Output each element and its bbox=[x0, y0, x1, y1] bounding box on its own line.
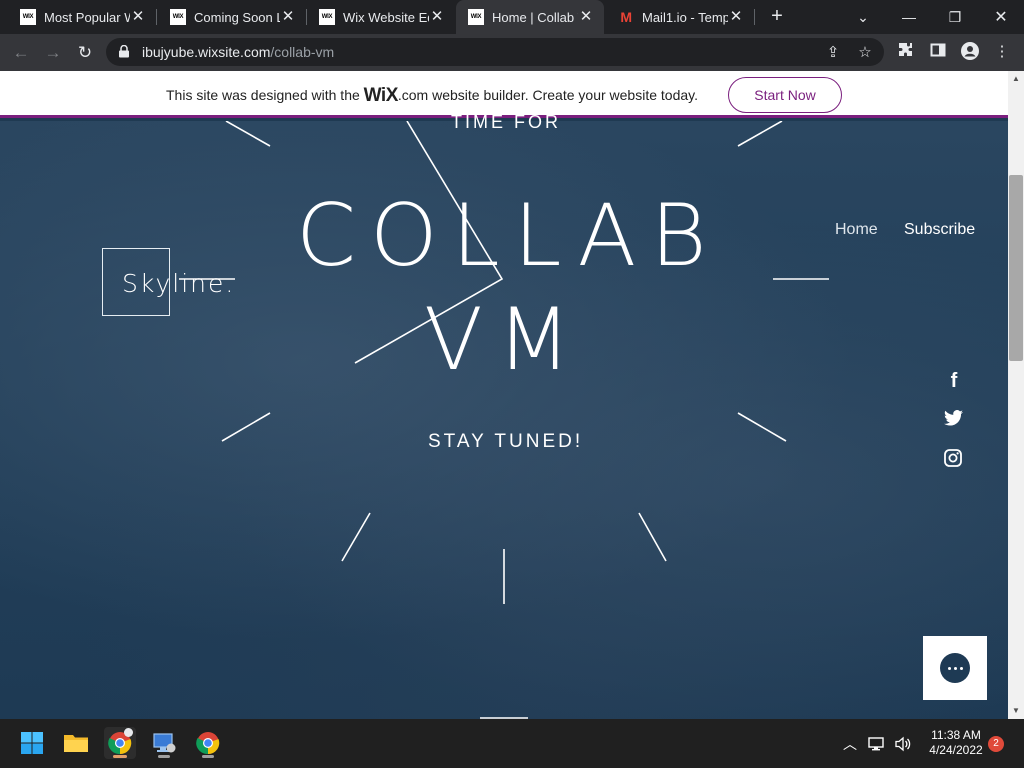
chat-bubble-icon bbox=[940, 653, 970, 683]
clock-date: 4/24/2022 bbox=[929, 743, 983, 757]
hero-title-line2: VM bbox=[424, 290, 586, 390]
tab-search-icon[interactable]: ⌄ bbox=[840, 0, 886, 34]
close-tab-icon[interactable]: ✕ bbox=[728, 9, 744, 25]
reload-icon[interactable]: ↻ bbox=[72, 40, 98, 66]
menu-kebab-icon[interactable]: ⋮ bbox=[992, 42, 1012, 62]
site-logo[interactable]: Skyline. bbox=[122, 269, 235, 298]
wix-favicon-icon: WIX bbox=[319, 9, 335, 25]
forward-icon[interactable]: → bbox=[40, 40, 66, 66]
running-app-indicator bbox=[158, 755, 170, 758]
browser-tab-strip: WIX Most Popular W ✕ WIX Coming Soon La … bbox=[0, 0, 1024, 34]
wix-logo: WiX bbox=[363, 85, 399, 106]
share-icon[interactable]: ⇪ bbox=[824, 44, 842, 62]
address-bar[interactable]: ibujyube.wixsite.com/collab-vm ⇪ ☆ bbox=[106, 38, 884, 66]
tab-divider bbox=[156, 9, 157, 25]
remote-desktop-icon[interactable] bbox=[148, 727, 180, 759]
ray-line bbox=[341, 512, 371, 562]
scroll-down-arrow-icon[interactable]: ▼ bbox=[1008, 705, 1024, 717]
page-viewport: This site was designed with the WiX.com … bbox=[0, 71, 1008, 719]
lock-icon bbox=[119, 45, 129, 58]
profile-badge bbox=[124, 728, 133, 737]
scrollbar-thumb[interactable] bbox=[1009, 175, 1023, 361]
minimize-icon[interactable]: — bbox=[886, 0, 932, 34]
nav-subscribe[interactable]: Subscribe bbox=[904, 221, 975, 239]
wix-promo-banner: This site was designed with the WiX.com … bbox=[0, 71, 1008, 118]
url-host: ibujyube.wixsite.com bbox=[142, 44, 271, 60]
restore-icon[interactable]: ❐ bbox=[932, 0, 978, 34]
nav-home[interactable]: Home bbox=[835, 221, 878, 239]
extensions-icon[interactable] bbox=[896, 42, 916, 62]
notification-count-badge[interactable]: 2 bbox=[988, 736, 1004, 752]
tab-wix-website-editor[interactable]: WIX Wix Website Ed ✕ bbox=[307, 0, 455, 34]
close-tab-icon[interactable]: ✕ bbox=[578, 9, 594, 25]
profile-icon[interactable] bbox=[960, 42, 980, 62]
running-app-indicator bbox=[202, 755, 214, 758]
wix-banner-message: This site was designed with the WiX.com … bbox=[166, 85, 698, 107]
chrome-icon[interactable] bbox=[104, 727, 136, 759]
file-explorer-icon[interactable] bbox=[60, 727, 92, 759]
scroll-up-arrow-icon[interactable]: ▲ bbox=[1008, 73, 1024, 85]
volume-icon[interactable] bbox=[892, 719, 914, 768]
new-tab-icon[interactable]: + bbox=[766, 5, 788, 27]
banner-text-after: .com website builder. Create your websit… bbox=[397, 87, 698, 103]
network-icon[interactable] bbox=[866, 719, 888, 768]
tab-title: Mail1.io - Temp bbox=[642, 9, 728, 25]
active-app-indicator bbox=[113, 755, 127, 758]
hero-title-line1: COLLAB bbox=[296, 186, 721, 286]
tab-mail1[interactable]: M Mail1.io - Temp ✕ bbox=[606, 0, 755, 34]
windows-taskbar: ︿ 11:38 AM 4/24/2022 2 bbox=[0, 719, 1024, 768]
chrome-icon[interactable] bbox=[192, 727, 224, 759]
page-scrollbar[interactable]: ▲ ▼ bbox=[1008, 71, 1024, 719]
hero-top-text: TIME FOR bbox=[451, 112, 561, 132]
start-now-button[interactable]: Start Now bbox=[728, 77, 842, 113]
tab-coming-soon[interactable]: WIX Coming Soon La ✕ bbox=[158, 0, 307, 34]
tab-title: Coming Soon La bbox=[194, 9, 280, 25]
side-panel-icon[interactable] bbox=[928, 42, 948, 62]
tab-most-popular[interactable]: WIX Most Popular W ✕ bbox=[8, 0, 157, 34]
hero-section: TIME FOR Skyline. Home Subscribe COLLAB … bbox=[0, 112, 1008, 719]
close-tab-icon[interactable]: ✕ bbox=[280, 9, 296, 25]
ray-line bbox=[737, 412, 787, 442]
tab-title: Most Popular W bbox=[44, 9, 130, 25]
instagram-icon[interactable] bbox=[944, 449, 964, 469]
bookmark-star-icon[interactable]: ☆ bbox=[856, 44, 874, 62]
tab-divider bbox=[754, 9, 755, 25]
tab-title: Wix Website Ed bbox=[343, 9, 429, 25]
ray-line bbox=[225, 121, 271, 147]
close-tab-icon[interactable]: ✕ bbox=[130, 9, 146, 25]
twitter-icon[interactable] bbox=[944, 410, 964, 430]
back-icon[interactable]: ← bbox=[8, 40, 34, 66]
close-tab-icon[interactable]: ✕ bbox=[429, 9, 445, 25]
url-path: /collab-vm bbox=[270, 44, 335, 60]
show-hidden-icons-chevron-icon[interactable]: ︿ bbox=[840, 719, 860, 768]
wix-favicon-icon: WIX bbox=[468, 9, 484, 25]
facebook-icon[interactable]: f bbox=[944, 370, 964, 392]
browser-toolbar: ← → ↻ ibujyube.wixsite.com/collab-vm ⇪ ☆… bbox=[0, 34, 1024, 71]
ray-line bbox=[737, 121, 783, 147]
taskbar-clock[interactable]: 11:38 AM 4/24/2022 bbox=[920, 728, 992, 758]
tab-home-collab-vm[interactable]: WIX Home | Collab V ✕ bbox=[456, 0, 604, 34]
url-text: ibujyube.wixsite.com/collab-vm bbox=[142, 44, 334, 60]
gmail-favicon-icon: M bbox=[620, 9, 632, 25]
hero-tagline: STAY TUNED! bbox=[428, 431, 584, 452]
tab-title: Home | Collab V bbox=[492, 9, 578, 25]
windows-start-icon[interactable] bbox=[16, 727, 48, 759]
chat-widget-button[interactable] bbox=[923, 636, 987, 700]
wix-favicon-icon: WIX bbox=[20, 9, 36, 25]
close-window-icon[interactable]: ✕ bbox=[978, 0, 1024, 34]
ray-line bbox=[221, 412, 271, 442]
ray-line bbox=[638, 512, 667, 562]
clock-time: 11:38 AM bbox=[931, 728, 981, 742]
banner-text-before: This site was designed with the bbox=[166, 87, 364, 103]
wix-favicon-icon: WIX bbox=[170, 9, 186, 25]
